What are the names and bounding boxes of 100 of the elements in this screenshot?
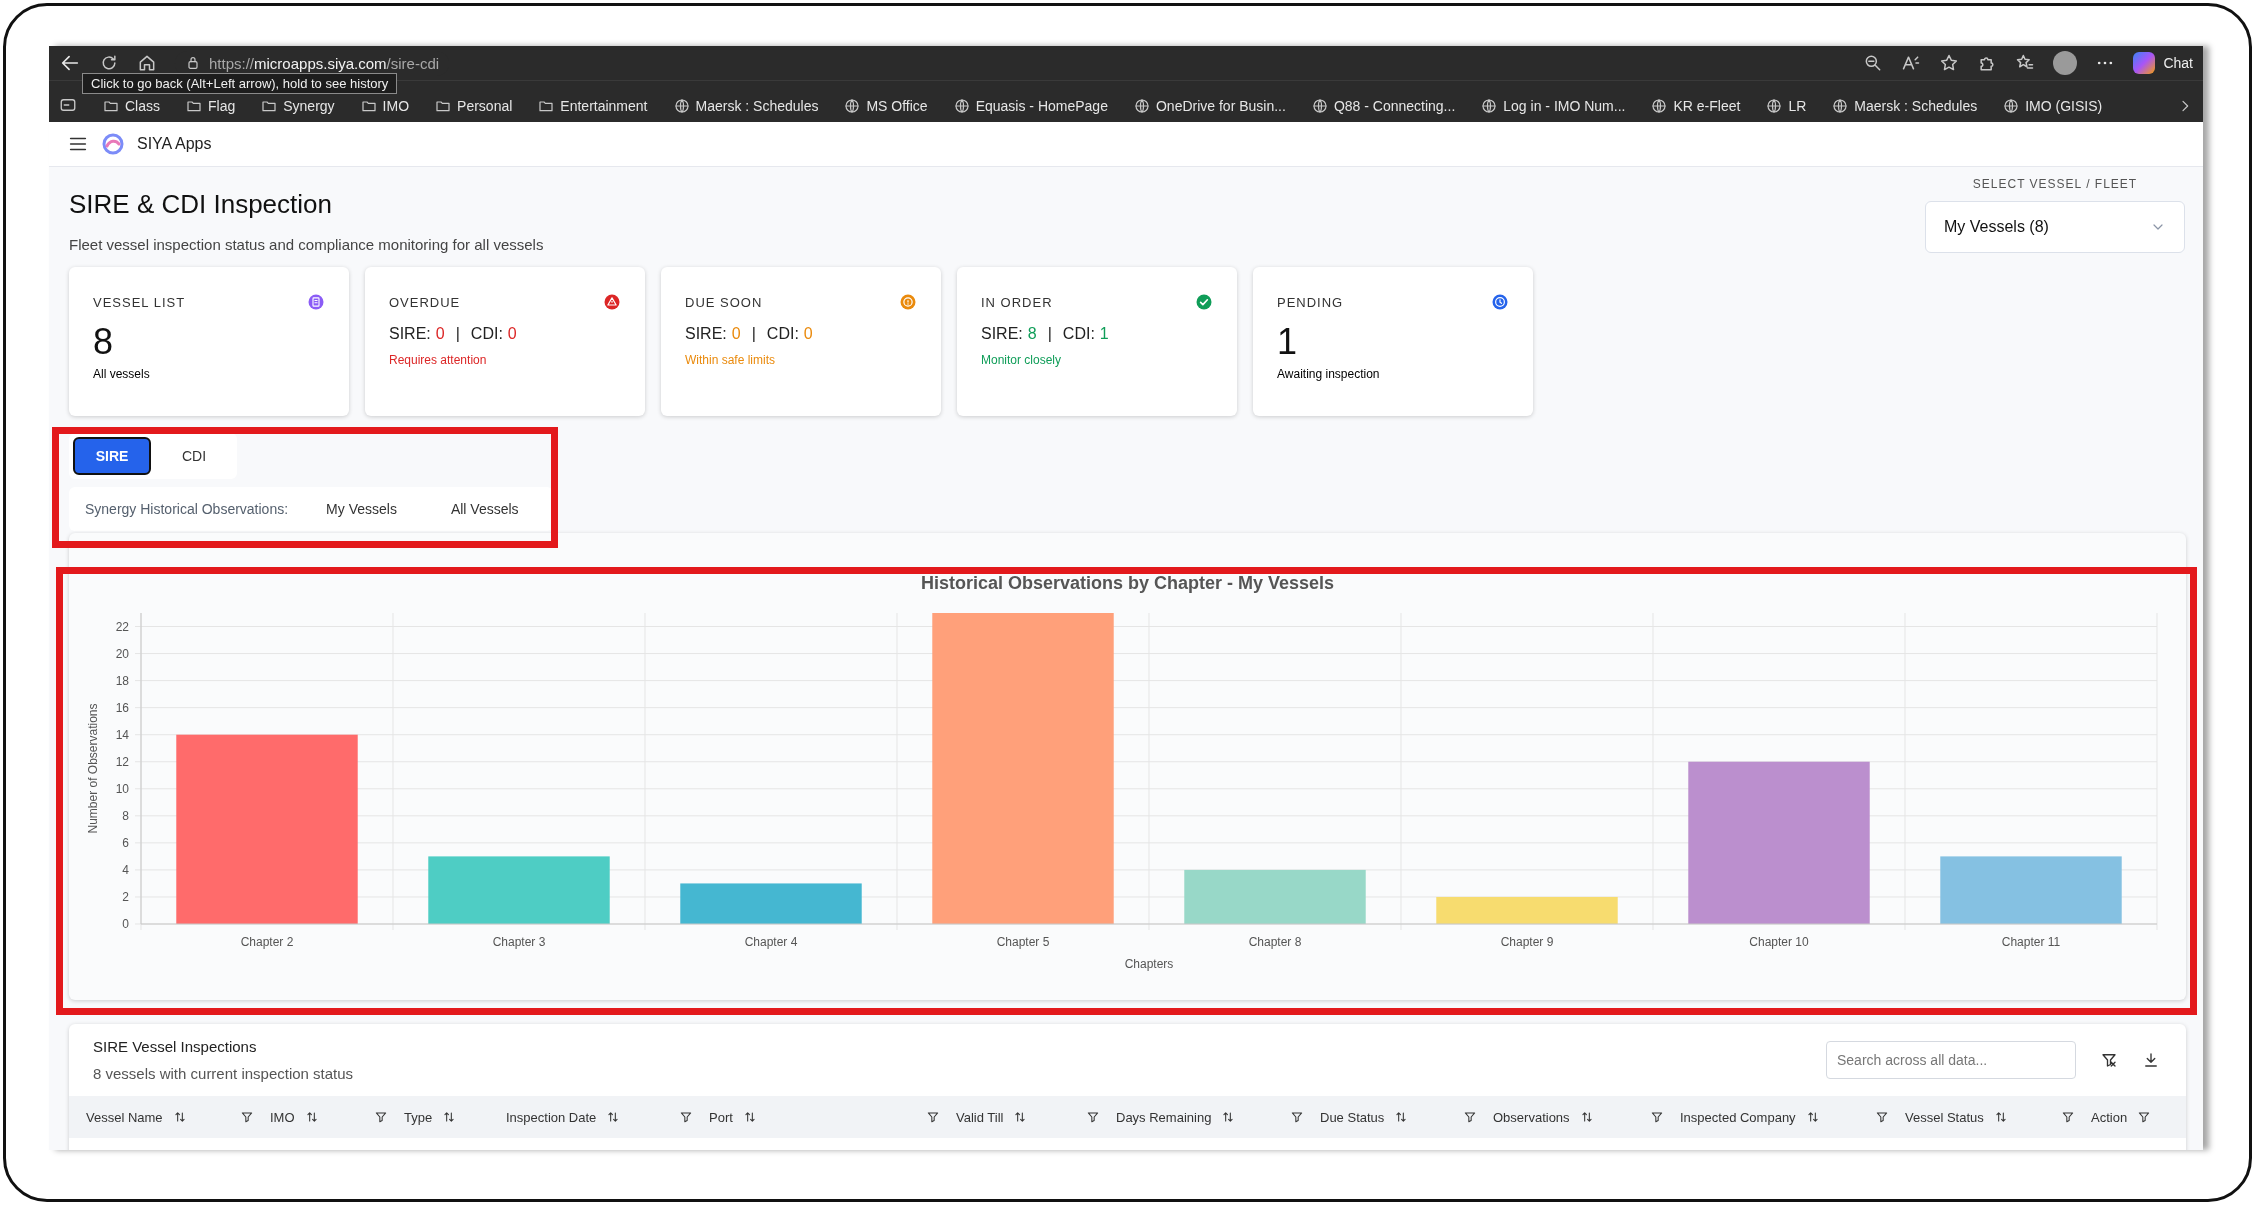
- folder-icon: [538, 98, 555, 114]
- axis-tick-label: Chapter 2: [240, 935, 294, 949]
- globe-icon: [1311, 98, 1328, 114]
- select-label: SELECT VESSEL / FLEET: [1972, 177, 2138, 191]
- filter-option[interactable]: All Vessels: [434, 495, 535, 523]
- sidebar-icon[interactable]: [59, 96, 77, 114]
- sort-icon[interactable]: [1221, 1110, 1236, 1124]
- star-icon[interactable]: [1939, 53, 1960, 73]
- bookmark[interactable]: Equasis - HomePage: [953, 98, 1108, 114]
- stat-value: 0: [803, 325, 813, 343]
- stat-label: CDI:: [1062, 325, 1095, 343]
- bookmark[interactable]: Class: [103, 98, 160, 114]
- filter-icon[interactable]: [1650, 1110, 1664, 1124]
- filter-option[interactable]: My Vessels: [310, 495, 413, 523]
- filter-icon[interactable]: [926, 1110, 940, 1124]
- page-subtitle: Fleet vessel inspection status and compliance monitoring for all vessels: [69, 236, 544, 253]
- filter-icon[interactable]: [2137, 1110, 2152, 1124]
- bookmark[interactable]: Maersk : Schedules: [673, 98, 819, 114]
- home-icon[interactable]: [137, 53, 157, 73]
- separator: |: [751, 325, 756, 343]
- column-header[interactable]: Inspection Date: [506, 1109, 597, 1125]
- card-note: Awaiting inspection: [1277, 367, 1381, 381]
- sort-icon[interactable]: [1013, 1110, 1028, 1124]
- bookmark[interactable]: Flag: [186, 98, 236, 114]
- sort-icon[interactable]: [1805, 1110, 1820, 1124]
- bookmark[interactable]: MS Office: [844, 98, 928, 114]
- sort-icon[interactable]: [1394, 1110, 1409, 1124]
- column-header[interactable]: Vessel Name: [86, 1109, 163, 1125]
- filter-icon[interactable]: [1290, 1110, 1304, 1124]
- read-aloud-icon[interactable]: [1901, 53, 1922, 73]
- column-header[interactable]: Observations: [1493, 1109, 1570, 1125]
- column-header[interactable]: Days Remaining: [1116, 1109, 1212, 1125]
- bookmark[interactable]: Synergy: [261, 98, 335, 114]
- globe-icon: [673, 98, 690, 114]
- swirl-logo-icon: [101, 132, 125, 156]
- chart-title: Historical Observations by Chapter - My Vessels: [920, 573, 1335, 593]
- filter-icon[interactable]: [1086, 1110, 1100, 1124]
- bookmark[interactable]: Q88 - Connecting...: [1311, 98, 1456, 114]
- profile-avatar[interactable]: [2053, 51, 2078, 75]
- sort-icon[interactable]: [442, 1110, 457, 1124]
- bookmark[interactable]: Maersk : Schedules: [1832, 98, 1978, 114]
- bookmark[interactable]: Log in - IMO Num...: [1481, 98, 1626, 114]
- axis-tick-label: 8: [122, 808, 129, 823]
- filter-icon[interactable]: [374, 1110, 388, 1124]
- chat-button[interactable]: Chat: [2133, 52, 2193, 74]
- card-note: Monitor closely: [981, 353, 1063, 367]
- bookmark[interactable]: IMO: [360, 98, 410, 114]
- axis-tick-label: 10: [115, 781, 129, 796]
- vessel-select[interactable]: My Vessels (8): [1925, 201, 2185, 253]
- stat-label: SIRE:: [389, 325, 431, 343]
- sort-icon[interactable]: [606, 1110, 621, 1124]
- globe-icon: [1133, 98, 1150, 114]
- axis-tick-label: Chapter 11: [2001, 935, 2061, 949]
- column-header[interactable]: Port: [709, 1109, 733, 1125]
- column-header[interactable]: Action: [2091, 1109, 2128, 1125]
- table-subtitle: 8 vessels with current inspection status: [93, 1065, 354, 1082]
- filter-icon[interactable]: [1875, 1110, 1889, 1124]
- filter-icon[interactable]: [240, 1110, 254, 1124]
- card-note: All vessels: [93, 367, 151, 381]
- stat-value: 0: [731, 325, 741, 343]
- card-note: Within safe limits: [685, 353, 777, 367]
- download-icon[interactable]: [2142, 1051, 2160, 1069]
- bookmark[interactable]: Personal: [435, 98, 513, 114]
- bookmark[interactable]: OneDrive for Busin...: [1133, 98, 1286, 114]
- bookmark[interactable]: KR e-Fleet: [1651, 98, 1741, 114]
- column-header[interactable]: Inspected Company: [1680, 1109, 1796, 1125]
- column-header[interactable]: Vessel Status: [1905, 1109, 1984, 1125]
- column-header[interactable]: IMO: [270, 1109, 295, 1125]
- sort-icon[interactable]: [1579, 1110, 1594, 1124]
- sort-icon[interactable]: [1993, 1110, 2008, 1124]
- separator: |: [455, 325, 460, 343]
- column-header[interactable]: Type: [404, 1109, 433, 1125]
- sort-icon[interactable]: [304, 1110, 319, 1124]
- filter-icon[interactable]: [2061, 1110, 2075, 1124]
- card-label: DUE SOON: [685, 294, 763, 310]
- axis-tick-label: Chapter 9: [1500, 935, 1554, 949]
- stat-value: 8: [1027, 325, 1037, 343]
- sort-icon[interactable]: [742, 1110, 757, 1124]
- tab[interactable]: CDI: [155, 437, 233, 475]
- column-header[interactable]: Valid Till: [956, 1109, 1004, 1125]
- axis-title: Chapters: [1124, 957, 1174, 971]
- stat-label: CDI:: [766, 325, 799, 343]
- globe-icon: [1481, 98, 1498, 114]
- search-field[interactable]: Search across all data...: [1826, 1041, 2076, 1079]
- filter-label: Synergy Historical Observations:: [85, 501, 289, 517]
- clear-filter-icon[interactable]: [2100, 1051, 2118, 1069]
- bookmark[interactable]: LR: [1766, 98, 1807, 114]
- sort-icon[interactable]: [172, 1110, 187, 1124]
- bookmark[interactable]: Entertainment: [538, 98, 648, 114]
- axis-tick-label: 16: [115, 700, 129, 715]
- stat-value: 0: [435, 325, 445, 343]
- filter-icon[interactable]: [1463, 1110, 1477, 1124]
- axis-tick-label: Chapter 5: [996, 935, 1050, 949]
- filter-icon[interactable]: [679, 1110, 693, 1124]
- tab[interactable]: SIRE: [73, 437, 151, 475]
- column-header[interactable]: Due Status: [1320, 1109, 1385, 1125]
- folder-icon: [186, 98, 202, 114]
- bookmark[interactable]: IMO (GISIS): [2003, 98, 2103, 114]
- globe-icon: [844, 98, 861, 114]
- folder-icon: [435, 98, 452, 114]
